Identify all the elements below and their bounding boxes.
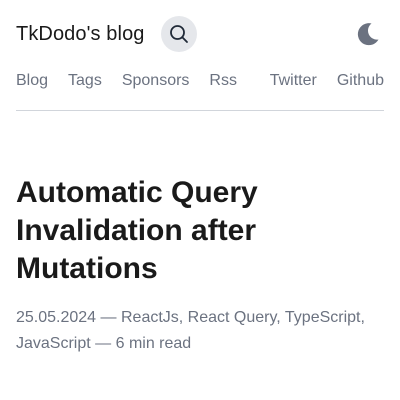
nav-link-rss[interactable]: Rss (209, 72, 237, 90)
search-icon (169, 25, 188, 43)
search-button[interactable] (160, 16, 197, 52)
post-date: 25.05.2024 (16, 309, 97, 326)
main-nav: Blog Tags Sponsors Rss Twitter Github (16, 70, 384, 92)
post-meta: 25.05.2024 — ReactJs, React Query, TypeS… (16, 309, 365, 352)
nav-link-blog[interactable]: Blog (16, 72, 48, 90)
nav-link-twitter[interactable]: Twitter (270, 72, 317, 90)
tag-link-javascript[interactable]: JavaScript (16, 335, 91, 352)
tag-link-react-query[interactable]: React Query (188, 309, 277, 326)
nav-link-sponsors[interactable]: Sponsors (122, 72, 190, 90)
header-divider (16, 110, 384, 111)
nav-link-tags[interactable]: Tags (68, 72, 102, 90)
site-header: TkDodo's blog (16, 16, 384, 52)
meta-separator: — (95, 335, 112, 352)
post-title: Automatic Query Invalidation after Mutat… (16, 176, 258, 285)
moon-icon (357, 23, 379, 46)
read-time: 6 min read (115, 335, 192, 352)
tag-link-typescript[interactable]: TypeScript (285, 309, 361, 326)
tag-link-reactjs[interactable]: ReactJs (121, 309, 179, 326)
site-title-link[interactable]: TkDodo's blog (16, 23, 145, 46)
page: TkDodo's blog Blog Tags Sponsors Rss Twi… (0, 0, 400, 400)
theme-toggle-button[interactable] (352, 18, 384, 50)
meta-separator: — (100, 309, 117, 326)
nav-link-github[interactable]: Github (337, 72, 384, 90)
